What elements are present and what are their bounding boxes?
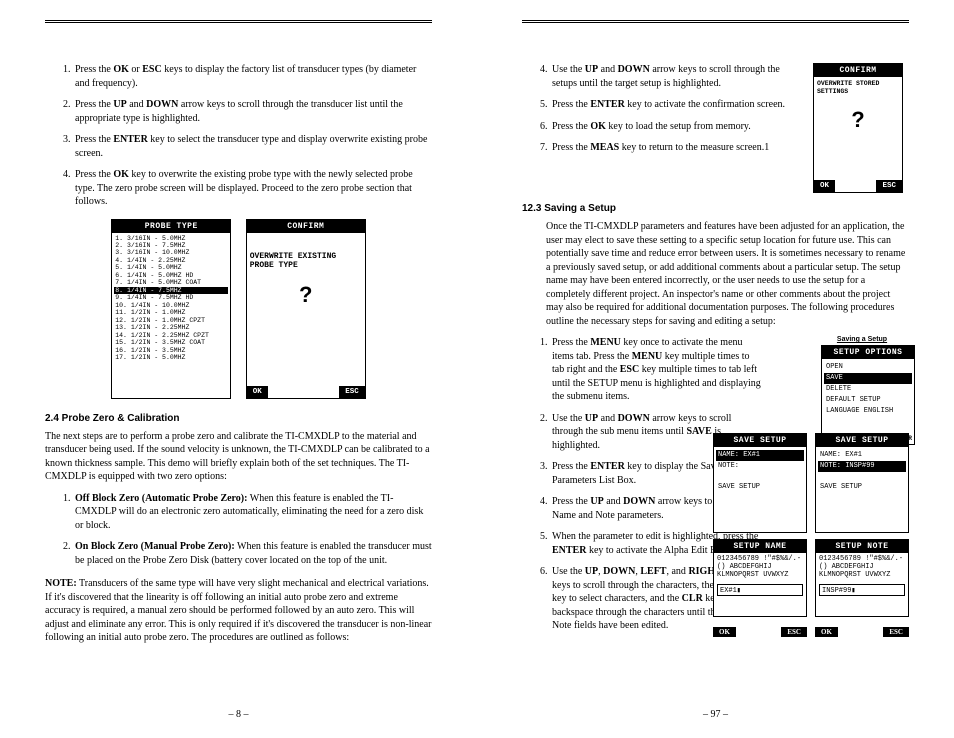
step: Press the UP and DOWN arrow keys to scro… <box>73 98 432 125</box>
lcd-title: PROBE TYPE <box>112 220 230 233</box>
esc-button[interactable]: ESC <box>781 627 807 637</box>
left-steps: Press the OK or ESC keys to display the … <box>45 63 432 209</box>
lcd-title: CONFIRM <box>247 220 365 233</box>
body-para: The next steps are to perform a probe ze… <box>45 430 432 484</box>
lcd-title: SETUP NOTE <box>816 540 908 553</box>
ok-button[interactable]: OK <box>247 386 268 398</box>
page-number: – 8 – <box>0 709 477 720</box>
ok-button[interactable]: OK <box>815 627 838 637</box>
esc-button[interactable]: ESC <box>876 180 902 192</box>
lcd-confirm: CONFIRM OVERWRITE EXISTING PROBE TYPE ? … <box>246 219 366 399</box>
right-page: CONFIRM OVERWRITE STORED SETTINGS ? OK E… <box>477 0 954 738</box>
lcd-save-setup-2: SAVE SETUP NAME: EX#1 NOTE: INSP#99 SAVE… <box>815 433 909 533</box>
lcd-setup-note: SETUP NOTE 0123456789 !"#$%&/.-() ABCDEF… <box>815 539 909 617</box>
step: Press the MENU key once to activate the … <box>550 336 762 404</box>
step: Press the OK key to overwrite the existi… <box>73 168 432 209</box>
char-grid[interactable]: 0123456789 !"#$%&/.-() ABCDEFGHIJ KLMNOP… <box>714 553 806 581</box>
lcd-save-setup-1: SAVE SETUP NAME: EX#1 NOTE: SAVE SETUP <box>713 433 807 533</box>
lcd-footer: OK ESC <box>814 180 902 192</box>
ok-button[interactable]: OK <box>814 180 835 192</box>
lcd-setup-name: SETUP NAME 0123456789 !"#$%&/.-() ABCDEF… <box>713 539 807 617</box>
setup-options-block: Saving a Setup SETUP OPTIONS OPENSAVEDEL… <box>815 336 909 445</box>
esc-button[interactable]: ESC <box>339 386 365 398</box>
option: Off Block Zero (Automatic Probe Zero): W… <box>73 492 432 533</box>
lcd-title: SETUP OPTIONS <box>822 346 914 359</box>
ok-esc-row: OK ESC <box>815 627 909 637</box>
lcd-title: SETUP NAME <box>714 540 806 553</box>
lcd-setup-options: SETUP OPTIONS OPENSAVEDELETEDEFAULT SETU… <box>821 345 915 445</box>
lcd-body: OPENSAVEDELETEDEFAULT SETUPLANGUAGE ENGL… <box>822 359 914 420</box>
lcd-confirm: CONFIRM OVERWRITE STORED SETTINGS ? OK E… <box>813 63 903 193</box>
input-value[interactable]: INSP#99▮ <box>819 584 905 596</box>
lcd-body: NAME: EX#1 NOTE: INSP#99 SAVE SETUP <box>816 447 908 496</box>
lcd-body: 1. 3/16IN - 5.0MHZ2. 3/16IN - 7.5MHZ3. 3… <box>112 233 230 364</box>
esc-button[interactable]: ESC <box>883 627 909 637</box>
lcd-body: OVERWRITE STORED SETTINGS <box>814 77 902 99</box>
lcd-title: SAVE SETUP <box>714 434 806 447</box>
header-rule <box>522 20 909 23</box>
ok-esc-row: OK ESC <box>713 627 807 637</box>
lcd-title: SAVE SETUP <box>816 434 908 447</box>
zero-options: Off Block Zero (Automatic Probe Zero): W… <box>45 492 432 568</box>
step: Press the ENTER key to select the transd… <box>73 133 432 160</box>
lcd-row: PROBE TYPE 1. 3/16IN - 5.0MHZ2. 3/16IN -… <box>45 219 432 399</box>
section-heading: 2.4 Probe Zero & Calibration <box>45 413 432 424</box>
note: NOTE: Transducers of the same type will … <box>45 577 432 645</box>
step: Press the OK or ESC keys to display the … <box>73 63 432 90</box>
lcd-body: NAME: EX#1 NOTE: SAVE SETUP <box>714 447 806 496</box>
lcd-title: CONFIRM <box>814 64 902 77</box>
left-page: Press the OK or ESC keys to display the … <box>0 0 477 738</box>
body-para: Once the TI-CMXDLP parameters and featur… <box>546 220 909 328</box>
page-spread: Press the OK or ESC keys to display the … <box>0 0 954 738</box>
option: On Block Zero (Manual Probe Zero): When … <box>73 540 432 567</box>
ok-button[interactable]: OK <box>713 627 736 637</box>
lcd-caption: Saving a Setup <box>815 336 909 343</box>
char-grid[interactable]: 0123456789 !"#$%&/.-() ABCDEFGHIJ KLMNOP… <box>816 553 908 581</box>
page-number: – 97 – <box>477 709 954 720</box>
lcd-footer: OK ESC <box>247 386 365 398</box>
question-icon: ? <box>247 282 365 308</box>
question-icon: ? <box>814 107 902 133</box>
input-value[interactable]: EX#1▮ <box>717 584 803 596</box>
setup-col-right: SAVE SETUP NAME: EX#1 NOTE: INSP#99 SAVE… <box>815 433 909 637</box>
header-rule <box>45 20 432 23</box>
lcd-body: OVERWRITE EXISTING PROBE TYPE <box>247 249 365 274</box>
section-heading: 12.3 Saving a Setup <box>522 203 909 214</box>
lcd-probe-type: PROBE TYPE 1. 3/16IN - 5.0MHZ2. 3/16IN -… <box>111 219 231 399</box>
